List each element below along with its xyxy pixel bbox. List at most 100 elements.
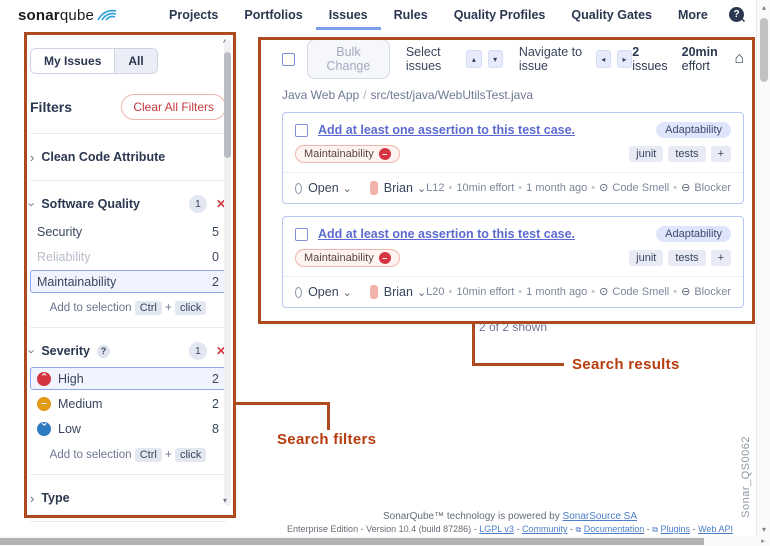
facet-item-maintainability[interactable]: Maintainability 2 [30, 270, 226, 293]
blocker-icon: ⊖ [681, 285, 691, 298]
clean-code-attribute-badge[interactable]: Adaptability [656, 226, 731, 242]
add-to-selection-hint: Add to selection Ctrl + click [30, 301, 226, 315]
divider [283, 172, 743, 173]
tag-tests[interactable]: tests [668, 146, 706, 162]
tag-junit[interactable]: junit [629, 146, 664, 162]
facet-item-count: 2 [212, 371, 219, 386]
tag-more[interactable]: + [710, 250, 731, 266]
nav-item-issues[interactable]: Issues [316, 0, 381, 30]
search-filters-panel: My Issues All Filters Clear All Filters … [25, 36, 231, 546]
nav-item-quality-gates[interactable]: Quality Gates [558, 0, 665, 30]
navigate-next-button[interactable]: ▸ [616, 50, 633, 68]
issue-severity: Blocker [694, 286, 731, 298]
issues-toolbar: Bulk Change Select issues ▴ ▾ Navigate t… [282, 39, 744, 79]
status-dropdown[interactable]: Open [308, 285, 339, 299]
issue-type: Code Smell [612, 286, 670, 298]
blocker-icon: ⊖ [681, 181, 691, 194]
breadcrumb-project[interactable]: Java Web App [282, 88, 359, 102]
severity-high-icon [37, 371, 51, 386]
select-all-checkbox[interactable] [282, 52, 295, 66]
vertical-scrollbar[interactable]: ▴ ▾ [756, 0, 770, 536]
status-dropdown[interactable]: Open [308, 181, 339, 195]
community-link[interactable]: Community [522, 524, 568, 534]
assignee-dropdown[interactable]: Brian [384, 181, 413, 195]
facet-software-quality[interactable]: › Software Quality 1 ✕ [25, 194, 226, 214]
severity-help-icon[interactable]: ? [97, 344, 110, 358]
select-up-button[interactable]: ▴ [466, 50, 482, 68]
facet-severity[interactable]: › Severity ? 1 ✕ [25, 341, 226, 361]
facet-clean-code-attribute[interactable]: › Clean Code Attribute [30, 147, 226, 167]
facet-type[interactable]: › Type [30, 488, 226, 508]
logo-text-bold: sonar [18, 6, 60, 24]
code-smell-icon: ⊙ [599, 181, 609, 194]
nav-item-portfolios[interactable]: Portfolios [231, 0, 315, 30]
sidebar-scrollbar[interactable] [224, 40, 231, 506]
horizontal-scroll-thumb[interactable] [0, 538, 704, 545]
issue-card: Add at least one assertion to this test … [282, 112, 744, 204]
sidebar-scroll-down-icon[interactable]: ▾ [223, 496, 227, 505]
nav-item-quality-profiles[interactable]: Quality Profiles [441, 0, 559, 30]
issue-checkbox[interactable] [295, 123, 308, 137]
tag-more[interactable]: + [710, 146, 731, 162]
logo-swoosh-icon [97, 9, 117, 21]
divider [30, 327, 226, 328]
severity-high-icon [378, 252, 391, 264]
click-hint: click [174, 301, 207, 315]
sonarqube-logo[interactable]: sonar qube [18, 7, 118, 24]
documentation-link[interactable]: Documentation [584, 524, 645, 534]
issue-meta: L12 • 10min effort • 1 month ago • ⊙ Cod… [426, 181, 731, 194]
clean-code-attribute-badge[interactable]: Adaptability [656, 122, 731, 138]
facet-item-reliability[interactable]: Reliability 0 [30, 245, 226, 268]
help-icon[interactable]: ? [729, 7, 744, 22]
code-smell-icon: ⊙ [599, 285, 609, 298]
facet-count-badge: 1 [188, 195, 207, 213]
scroll-up-icon[interactable]: ▴ [757, 0, 770, 14]
divider [30, 521, 226, 522]
all-issues-toggle[interactable]: All [114, 49, 157, 73]
select-down-button[interactable]: ▾ [487, 50, 503, 68]
status-open-icon [295, 286, 303, 298]
add-to-selection-hint: Add to selection Ctrl + click [30, 448, 226, 462]
results-annotation-label: Search results [572, 356, 680, 373]
facet-item-count: 5 [212, 224, 219, 239]
nav-item-rules[interactable]: Rules [381, 0, 441, 30]
breadcrumb-file[interactable]: src/test/java/WebUtilsTest.java [371, 88, 534, 102]
scroll-right-icon[interactable]: ▸ [756, 536, 770, 546]
lgpl-link[interactable]: LGPL v3 [479, 524, 514, 534]
facet-item-medium[interactable]: Medium 2 [30, 392, 226, 415]
vertical-scroll-thumb[interactable] [760, 18, 768, 82]
scroll-down-icon[interactable]: ▾ [757, 522, 770, 536]
navigate-prev-button[interactable]: ◂ [595, 50, 611, 68]
ctrl-key-hint: Ctrl [134, 301, 162, 315]
software-quality-pill[interactable]: Maintainability [295, 249, 400, 267]
webapi-link[interactable]: Web API [698, 524, 733, 534]
issue-title-link[interactable]: Add at least one assertion to this test … [318, 123, 575, 137]
bulk-change-button[interactable]: Bulk Change [307, 39, 390, 79]
facet-item-security[interactable]: Security 5 [30, 220, 226, 243]
divider [30, 180, 226, 181]
software-quality-pill[interactable]: Maintainability [295, 145, 400, 163]
my-issues-toggle[interactable]: My Issues [31, 49, 115, 73]
click-hint: click [174, 448, 207, 462]
horizontal-scrollbar[interactable] [0, 536, 756, 546]
plugins-link[interactable]: Plugins [661, 524, 691, 534]
facet-item-high[interactable]: High 2 [30, 367, 226, 390]
nav-item-more[interactable]: More [665, 0, 721, 30]
home-icon[interactable]: ⌂ [734, 51, 744, 67]
nav-menu: Projects Portfolios Issues Rules Quality… [156, 0, 721, 30]
issue-title-link[interactable]: Add at least one assertion to this test … [318, 227, 575, 241]
sidebar-scroll-thumb[interactable] [224, 52, 231, 158]
tag-tests[interactable]: tests [668, 250, 706, 266]
severity-high-icon [378, 148, 391, 160]
assignee-dropdown[interactable]: Brian [384, 285, 413, 299]
facet-item-low[interactable]: Low 8 [30, 417, 226, 440]
results-annotation-connector-h [472, 363, 564, 366]
issue-checkbox[interactable] [295, 227, 308, 241]
nav-item-projects[interactable]: Projects [156, 0, 231, 30]
tag-junit[interactable]: junit [629, 250, 664, 266]
chevron-right-icon: › [30, 149, 35, 165]
sonarsource-link[interactable]: SonarSource SA [563, 511, 638, 522]
clear-all-filters-button[interactable]: Clear All Filters [121, 94, 226, 120]
issue-severity: Blocker [694, 182, 731, 194]
chevron-right-icon: › [30, 490, 35, 506]
